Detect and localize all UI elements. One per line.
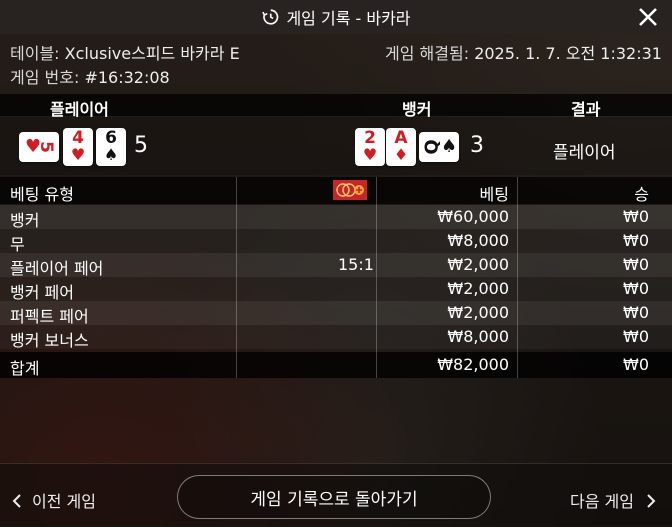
column-divider (376, 177, 377, 378)
total-bet: ₩82,000 (437, 355, 509, 374)
column-divider (236, 177, 237, 378)
chevron-left-icon (12, 494, 21, 508)
game-number: #16:32:08 (84, 68, 170, 87)
banker-card-2: A ♦ (386, 128, 416, 166)
game-number-label: 게임 번호: (10, 68, 80, 87)
player-card-1: ♥ 5 (19, 132, 59, 162)
bet-type: 무 (10, 235, 25, 254)
card-rank: 5 (35, 141, 56, 153)
total-label: 합계 (10, 359, 40, 378)
win-amount: ₩0 (623, 255, 649, 274)
win-amount: ₩0 (623, 327, 649, 346)
chevron-right-icon (647, 494, 656, 508)
back-to-history-label: 게임 기록으로 돌아가기 (250, 489, 418, 510)
bet-amount: ₩8,000 (447, 231, 509, 250)
result-header: 플레이어 뱅커 결과 (0, 94, 672, 119)
banker-card-1: 2 ♥ (355, 128, 385, 166)
prev-game-button[interactable]: 이전 게임 (12, 488, 96, 512)
page-title: 게임 기록 - 바카라 (286, 9, 411, 28)
history-icon (262, 9, 279, 25)
resolved-time: 2025. 1. 7. 오전 1:32:31 (474, 44, 662, 63)
table-info: 테이블: Xclusive스피드 바카라 E (10, 40, 240, 64)
table-row (0, 325, 672, 349)
resolved-label: 게임 해결됨: (385, 44, 470, 63)
card-suit: ♠ (441, 136, 458, 157)
card-suit: ♥ (362, 145, 378, 164)
next-game-button[interactable]: 다음 게임 (570, 488, 656, 512)
table-row (0, 301, 672, 325)
bet-amount: ₩2,000 (447, 255, 509, 274)
total-row (0, 352, 672, 378)
bet-type: 퍼펙트 페어 (10, 307, 89, 326)
total-win: ₩0 (623, 355, 649, 374)
chip-icon (333, 180, 367, 200)
game-number-info: 게임 번호: #16:32:08 (10, 64, 170, 88)
bet-odds: 15:1 (338, 255, 374, 274)
card-suit: ♦ (393, 145, 409, 164)
next-game-label: 다음 게임 (570, 492, 634, 511)
bet-type: 뱅커 보너스 (10, 331, 89, 350)
title-bar: 게임 기록 - 바카라 (0, 0, 672, 34)
card-suit: ♥ (70, 145, 86, 164)
footer-nav: 이전 게임 게임 기록으로 돌아가기 다음 게임 (0, 463, 672, 527)
prev-game-label: 이전 게임 (32, 492, 96, 511)
player-score: 5 (134, 133, 148, 158)
table-label: 테이블: (10, 44, 60, 63)
bet-type: 뱅커 페어 (10, 283, 74, 302)
close-icon[interactable] (636, 5, 660, 29)
win-amount: ₩0 (623, 303, 649, 322)
game-history-panel: 게임 기록 - 바카라 테이블: Xclusive스피드 바카라 E 게임 해결… (0, 0, 672, 527)
win-amount: ₩0 (623, 207, 649, 226)
table-row (0, 277, 672, 301)
table-row (0, 205, 672, 229)
bet-type: 뱅커 (10, 211, 40, 230)
bet-type: 플레이어 페어 (10, 259, 104, 278)
back-to-history-button[interactable]: 게임 기록으로 돌아가기 (177, 475, 491, 519)
resolved-info: 게임 해결됨: 2025. 1. 7. 오전 1:32:31 (385, 40, 662, 64)
win-header: 승 (634, 185, 649, 204)
result-text: 플레이어 (553, 143, 616, 163)
bet-amount-header: 베팅 (479, 185, 509, 204)
bet-amount: ₩8,000 (447, 327, 509, 346)
bet-amount: ₩2,000 (447, 303, 509, 322)
column-divider (517, 177, 518, 378)
bet-amount: ₩2,000 (447, 279, 509, 298)
table-row (0, 229, 672, 253)
player-card-2: 4 ♥ (63, 128, 93, 166)
bet-type-header: 베팅 유형 (10, 185, 74, 204)
bet-amount: ₩60,000 (437, 207, 509, 226)
banker-score: 3 (470, 133, 484, 158)
win-amount: ₩0 (623, 279, 649, 298)
card-suit: ♠ (103, 145, 119, 164)
result-row: ♥ 5 4 ♥ 6 ♠ 5 2 ♥ A ♦ Q ♠ 3 플레이어 (0, 117, 672, 175)
table-name: Xclusive스피드 바카라 E (64, 44, 240, 63)
player-card-3: 6 ♠ (96, 128, 126, 166)
win-amount: ₩0 (623, 231, 649, 250)
banker-card-3: Q ♠ (419, 132, 459, 162)
